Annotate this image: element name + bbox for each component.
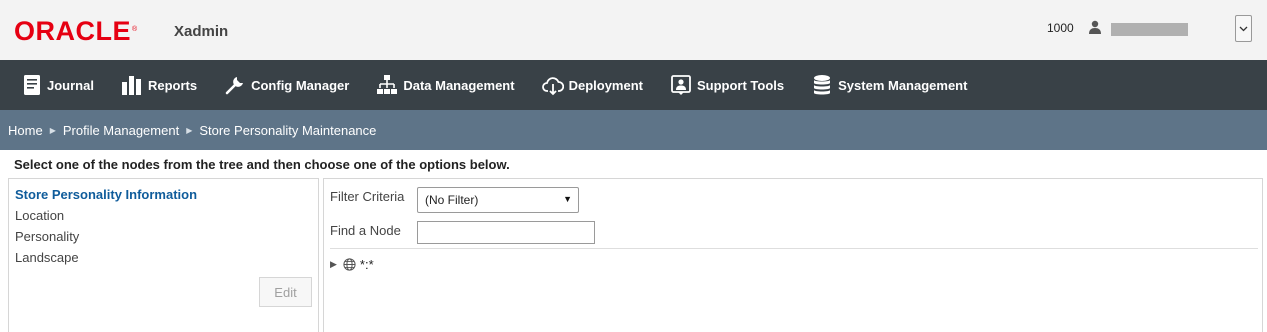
nav-deployment[interactable]: Deployment [541, 60, 643, 110]
chevron-down-icon [1239, 26, 1248, 31]
main-nav: Journal Reports Config Manager Data Mana… [0, 60, 1267, 110]
nav-reports[interactable]: Reports [121, 60, 197, 110]
user-icon [1089, 20, 1101, 34]
breadcrumb-profile-management[interactable]: Profile Management [63, 123, 179, 138]
tree-panel: Filter Criteria (No Filter) ▼ Find a Nod… [323, 178, 1263, 332]
option-location[interactable]: Location [15, 208, 64, 223]
nav-config-manager[interactable]: Config Manager [224, 60, 349, 110]
app-header: ORACLE® Xadmin 1000 [0, 0, 1267, 60]
journal-icon [24, 75, 40, 95]
reports-icon [121, 76, 141, 95]
cloud-download-icon [541, 77, 564, 96]
app-name: Xadmin [174, 23, 229, 40]
hierarchy-icon [377, 75, 398, 94]
user-name-redacted[interactable] [1111, 23, 1188, 36]
filter-criteria-value: (No Filter) [425, 193, 479, 207]
globe-icon [343, 258, 356, 271]
chevron-right-icon: ▶ [49, 125, 56, 135]
wrench-icon [225, 77, 244, 95]
nav-support-tools[interactable]: Support Tools [670, 60, 784, 110]
breadcrumb-home[interactable]: Home [8, 123, 43, 138]
options-panel: Store Personality Information Location P… [8, 178, 319, 332]
breadcrumb-current-page: Store Personality Maintenance [199, 122, 377, 138]
support-icon [671, 75, 691, 95]
filter-criteria-select[interactable]: (No Filter) ▼ [417, 187, 579, 213]
chevron-right-icon: ▶ [186, 125, 193, 135]
user-menu-dropdown[interactable] [1235, 15, 1252, 42]
breadcrumb: Home ▶ Profile Management ▶ Store Person… [0, 110, 1267, 150]
find-node-label: Find a Node [330, 223, 401, 238]
tree-root-node[interactable]: ▶ *:* [330, 257, 374, 272]
instructions-text: Select one of the nodes from the tree an… [14, 157, 510, 172]
find-node-input[interactable] [417, 221, 595, 244]
nav-system-management[interactable]: System Management [811, 60, 967, 110]
filter-criteria-label: Filter Criteria [330, 189, 405, 204]
store-number: 1000 [1047, 21, 1074, 35]
oracle-logo: ORACLE® [14, 16, 138, 46]
divider [330, 248, 1258, 249]
nav-data-management[interactable]: Data Management [376, 60, 515, 110]
dropdown-arrow-icon: ▼ [563, 194, 572, 204]
option-landscape[interactable]: Landscape [15, 250, 79, 265]
nav-journal[interactable]: Journal [22, 60, 94, 110]
expand-arrow-icon[interactable]: ▶ [330, 259, 337, 270]
option-personality[interactable]: Personality [15, 229, 79, 244]
option-store-personality-information[interactable]: Store Personality Information [15, 187, 197, 202]
tree-root-label: *:* [359, 257, 374, 272]
edit-button[interactable]: Edit [259, 277, 312, 307]
database-icon [814, 75, 831, 95]
